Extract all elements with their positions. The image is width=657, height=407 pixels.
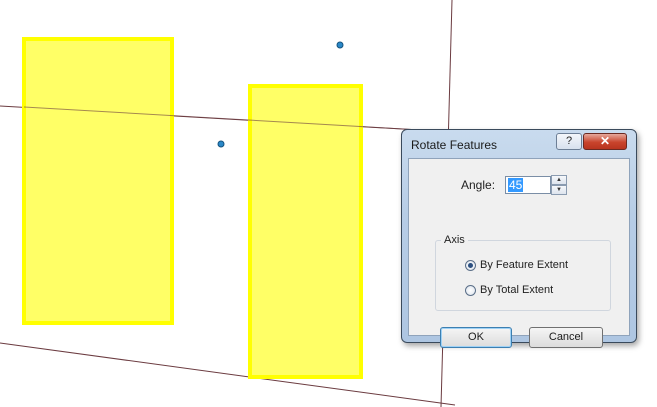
angle-label: Angle:	[461, 178, 496, 192]
selected-feature[interactable]	[22, 37, 174, 325]
dialog-titlebar[interactable]: Rotate Features ? ✕	[402, 130, 636, 158]
angle-input[interactable]: 45	[505, 176, 551, 194]
angle-spinner[interactable]: ▲ ▼	[551, 175, 567, 195]
point-feature[interactable]	[336, 41, 344, 49]
radio-label: By Total Extent	[480, 284, 554, 296]
dialog-title: Rotate Features	[411, 138, 498, 152]
axis-group-label: Axis	[441, 234, 468, 246]
chevron-up-icon[interactable]: ▲	[551, 175, 567, 185]
boundary-line	[0, 342, 456, 406]
help-icon[interactable]: ?	[556, 133, 582, 150]
close-icon[interactable]: ✕	[583, 133, 627, 150]
dialog-body: Angle: 45 ▲ ▼ Axis By Feature Extent By …	[408, 158, 630, 348]
point-feature[interactable]	[217, 140, 225, 148]
radio-by-total-extent[interactable]: By Total Extent	[465, 282, 553, 298]
radio-by-feature-extent[interactable]: By Feature Extent	[465, 257, 568, 273]
ok-button[interactable]: OK	[440, 327, 512, 348]
radio-button[interactable]	[465, 284, 476, 296]
chevron-down-icon[interactable]: ▼	[551, 185, 567, 195]
axis-groupbox	[435, 240, 611, 311]
radio-label: By Feature Extent	[480, 259, 569, 271]
cancel-button[interactable]: Cancel	[529, 327, 603, 348]
rotate-features-dialog: Rotate Features ? ✕ Angle: 45 ▲ ▼ Axis B…	[401, 129, 637, 348]
angle-value: 45	[508, 178, 524, 192]
radio-button-checked[interactable]	[465, 259, 476, 271]
selected-feature[interactable]	[248, 84, 363, 379]
